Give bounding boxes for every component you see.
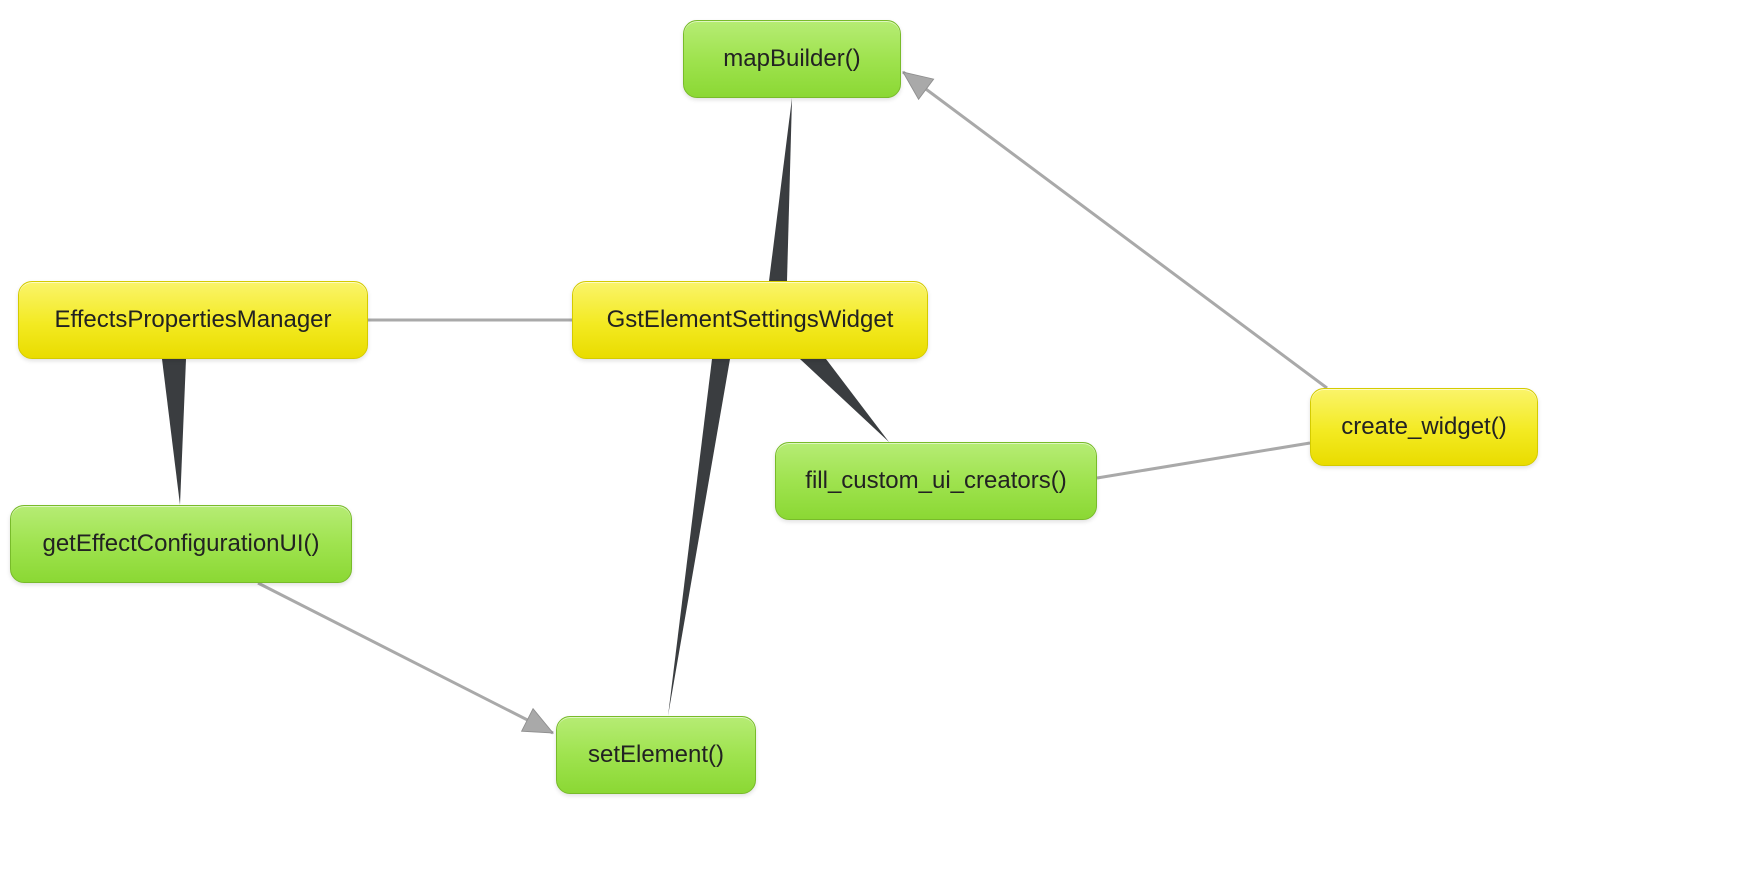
edge-geteffectconfigui-setelement: [258, 583, 553, 733]
node-label: setElement(): [588, 741, 724, 769]
node-label: GstElementSettingsWidget: [607, 306, 894, 334]
node-createwidget[interactable]: create_widget(): [1310, 388, 1538, 466]
node-gstelemsettings[interactable]: GstElementSettingsWidget: [572, 281, 928, 359]
edge-gstelemsettings-setelement: [668, 359, 730, 716]
node-setelement[interactable]: setElement(): [556, 716, 756, 794]
node-label: mapBuilder(): [723, 45, 860, 73]
node-effectspropsmgr[interactable]: EffectsPropertiesManager: [18, 281, 368, 359]
node-label: getEffectConfigurationUI(): [42, 530, 319, 558]
edge-createwidget-mapbuilder: [903, 72, 1327, 388]
node-label: EffectsPropertiesManager: [54, 306, 331, 334]
edge-gstelemsettings-fillcustomui: [800, 359, 889, 442]
edge-gstelemsettings-mapbuilder: [769, 98, 792, 281]
node-geteffectconfigui[interactable]: getEffectConfigurationUI(): [10, 505, 352, 583]
node-label: fill_custom_ui_creators(): [805, 467, 1066, 495]
node-mapbuilder[interactable]: mapBuilder(): [683, 20, 901, 98]
edge-effectsmgr-geteffectconfigui: [162, 359, 186, 505]
node-label: create_widget(): [1341, 413, 1506, 441]
node-fillcustomui[interactable]: fill_custom_ui_creators(): [775, 442, 1097, 520]
edge-createwidget-fillcustomui: [1097, 443, 1310, 478]
